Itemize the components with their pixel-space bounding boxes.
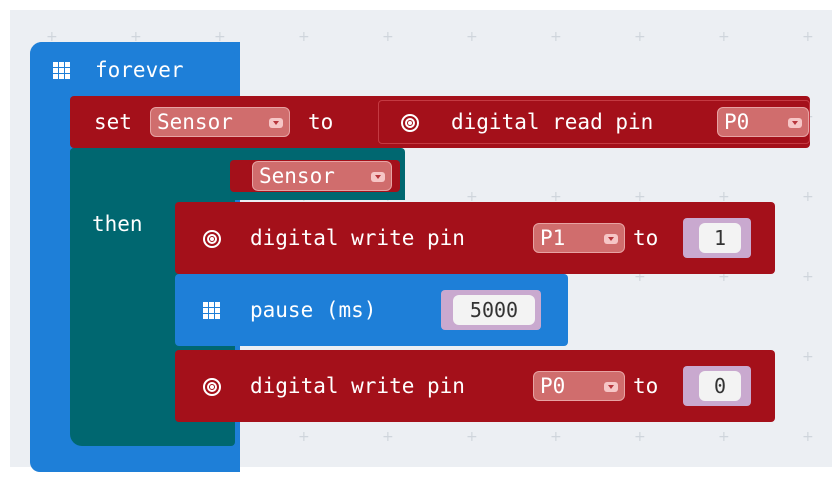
then-label: then <box>92 212 143 236</box>
write-pin-label-2: P0 <box>540 374 566 398</box>
read-pin-dropdown[interactable]: P0 <box>717 107 809 137</box>
grid-plus-mark: + <box>382 429 394 445</box>
write-value-input-2[interactable]: 0 <box>699 371 741 401</box>
digital-read-pin-label: digital read pin <box>451 110 654 134</box>
basic-grid-icon <box>53 62 71 80</box>
if-condition-row: Sensor <box>70 148 405 200</box>
condition-variable-dropdown[interactable]: Sensor <box>252 161 392 191</box>
condition-variable-label: Sensor <box>259 164 335 188</box>
basic-grid-icon <box>203 302 221 320</box>
digital-write-pin-label: digital write pin <box>250 374 465 398</box>
grid-plus-mark: + <box>718 429 730 445</box>
digital-write-pin-label: digital write pin <box>250 226 465 250</box>
digital-write-pin-block-2[interactable]: digital write pin P0 to 0 <box>175 350 775 422</box>
write-value-input-1[interactable]: 1 <box>699 223 741 253</box>
grid-plus-mark: + <box>634 429 646 445</box>
grid-plus-mark: + <box>718 29 730 45</box>
chevron-down-icon <box>788 118 802 128</box>
chevron-down-icon <box>604 234 618 244</box>
grid-plus-mark: + <box>634 29 646 45</box>
forever-footer <box>30 442 130 472</box>
grid-plus-mark: + <box>550 29 562 45</box>
digital-write-pin-block-1[interactable]: digital write pin P1 to 1 <box>175 202 775 274</box>
forever-header[interactable]: forever <box>30 42 235 96</box>
grid-plus-mark: + <box>802 189 814 205</box>
pause-value-input[interactable]: 5000 <box>453 295 535 325</box>
grid-plus-mark: + <box>802 349 814 365</box>
pause-label: pause (ms) <box>250 298 377 322</box>
grid-plus-mark: + <box>802 429 814 445</box>
set-variable-block[interactable]: set Sensor to digital read pin P0 <box>70 96 810 148</box>
grid-plus-mark: + <box>298 29 310 45</box>
pause-block[interactable]: pause (ms) 5000 <box>175 274 568 346</box>
grid-plus-mark: + <box>466 29 478 45</box>
set-variable-dropdown[interactable]: Sensor <box>150 107 290 137</box>
grid-plus-mark: + <box>802 269 814 285</box>
chevron-down-icon <box>371 172 385 182</box>
set-label: set <box>94 110 132 134</box>
pins-target-icon <box>203 230 221 248</box>
write-to-label-2: to <box>633 374 659 398</box>
write-pin-dropdown-2[interactable]: P0 <box>533 371 625 401</box>
write-to-label-1: to <box>633 226 659 250</box>
grid-plus-mark: + <box>466 429 478 445</box>
set-to-label: to <box>308 110 334 134</box>
set-variable-label: Sensor <box>157 110 233 134</box>
write-pin-dropdown-1[interactable]: P1 <box>533 223 625 253</box>
grid-plus-mark: + <box>382 29 394 45</box>
chevron-down-icon <box>269 118 283 128</box>
forever-label: forever <box>95 58 184 82</box>
grid-plus-mark: + <box>802 29 814 45</box>
grid-plus-mark: + <box>298 429 310 445</box>
pins-target-icon <box>203 378 221 396</box>
digital-read-pin-reporter[interactable]: digital read pin P0 <box>378 100 810 144</box>
grid-plus-mark: + <box>550 429 562 445</box>
write-pin-label-1: P1 <box>540 226 566 250</box>
read-pin-label: P0 <box>724 110 750 134</box>
chevron-down-icon <box>604 382 618 392</box>
pins-target-icon <box>401 114 419 132</box>
blocks-workspace[interactable]: ++++++++++++++++++++++++++++++++++++++++… <box>10 10 832 472</box>
